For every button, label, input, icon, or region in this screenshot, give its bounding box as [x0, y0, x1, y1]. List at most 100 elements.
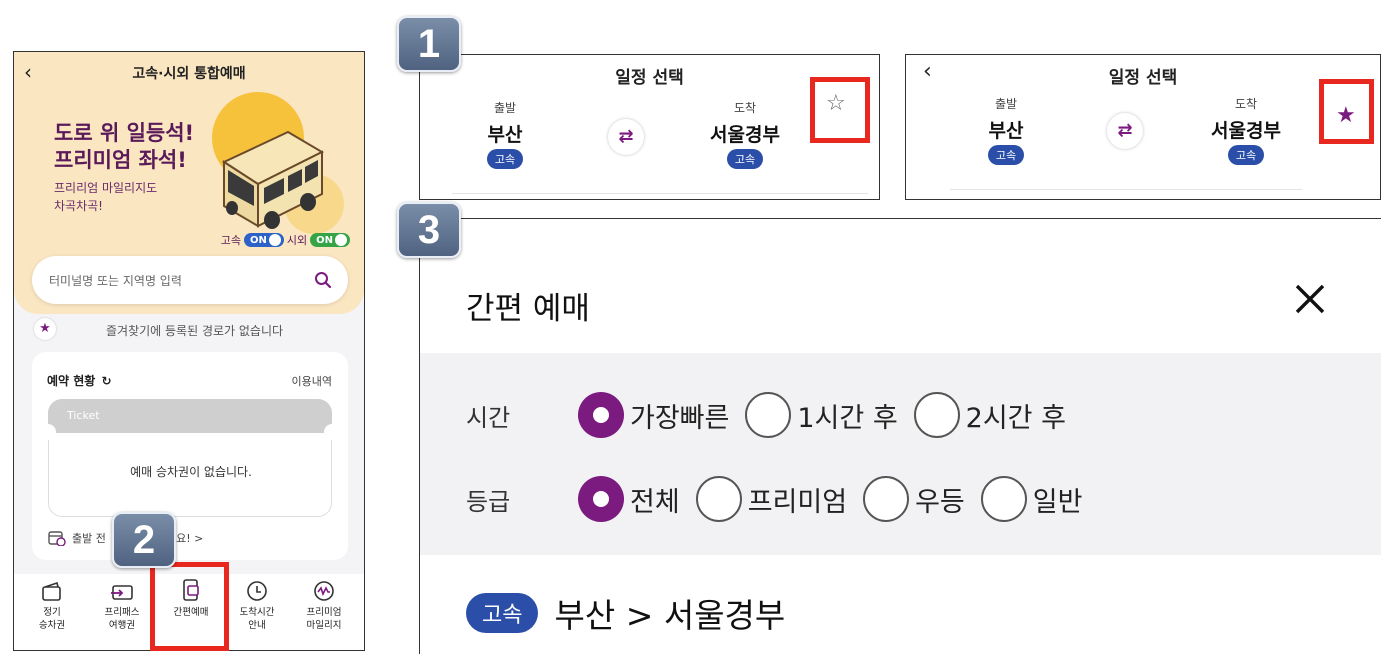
step-badge-1: 1: [397, 16, 461, 72]
step-badge-3: 3: [397, 202, 461, 258]
swap-icon[interactable]: ⇄: [608, 119, 644, 155]
nav-arrival-time[interactable]: 도착시간 안내: [223, 574, 291, 632]
toggle-knob: [335, 234, 347, 246]
radio-grade-first[interactable]: 우등: [863, 476, 965, 522]
swap-icon[interactable]: ⇄: [1107, 113, 1143, 149]
radio-time-2h[interactable]: 2시간 후: [913, 392, 1066, 438]
highlight-quick-booking: [150, 562, 229, 651]
radio-label: 전체: [630, 486, 680, 518]
phone-screen: ‹ 고속·시외 통합예매 도로 위 일등석! 프리미엄 좌석! 프리리엄 마일리…: [13, 51, 365, 651]
divider: [950, 189, 1302, 190]
radio-circle: [913, 392, 960, 438]
time-label: 시간: [466, 403, 511, 432]
arrival-stop[interactable]: 도착 서울경부 고속: [1191, 95, 1301, 165]
reservation-title-text: 예약 현황: [47, 374, 96, 388]
selected-route[interactable]: 고속 부산 > 서울경부: [466, 589, 785, 637]
divider: [452, 193, 868, 194]
toggle-express-state: ON: [250, 234, 267, 246]
search-placeholder: 터미널명 또는 지역명 입력: [49, 274, 182, 288]
arrival-stop[interactable]: 도착 서울경부 고속: [690, 99, 800, 169]
bus-type-toggles: 고속 ON 시외 ON: [221, 232, 350, 248]
toggle-intercity-label: 시외: [286, 234, 308, 247]
ticket-notch-left: [40, 424, 56, 440]
ticket-header: Ticket: [48, 399, 332, 433]
bus-type-pill: 고속: [486, 149, 524, 169]
banner-headline: 도로 위 일등석! 프리미엄 좌석!: [54, 120, 194, 174]
banner-subtext-line2: 차곡차곡!: [54, 199, 103, 213]
radio-circle: [745, 392, 792, 438]
departure-stop[interactable]: 출발 부산 고속: [450, 99, 560, 169]
banner-subtext: 프리리엄 마일리지도 차곡차곡!: [54, 179, 157, 215]
nav-label: 도착시간 안내: [239, 607, 275, 631]
reservation-title: 예약 현황 ↻: [47, 372, 112, 389]
bus-type-pill: 고속: [726, 149, 764, 169]
quick-booking-title: 간편 예매: [466, 291, 590, 327]
radio-circle: [695, 476, 742, 522]
route-bus-type-pill: 고속: [466, 593, 539, 633]
radio-label: 프리미엄: [747, 486, 848, 518]
highlight-star-filled: [1319, 79, 1374, 144]
calendar-clock-icon: [48, 531, 66, 546]
banner-subtext-line1: 프리리엄 마일리지도: [54, 181, 158, 195]
nav-label: 프리미엄 마일리지: [306, 607, 342, 631]
highlight-star-empty: [810, 77, 870, 143]
reservation-history-link[interactable]: 이용내역: [292, 373, 332, 389]
nav-label: 정기 승차권: [38, 607, 66, 631]
radio-time-fastest[interactable]: 가장빠른: [578, 392, 729, 438]
mileage-icon: [314, 581, 334, 601]
bus-type-pill: 고속: [987, 145, 1025, 165]
nav-premium-mileage[interactable]: 프리미엄 마일리지: [290, 574, 358, 632]
time-option-row: 시간 가장빠른 1시간 후 2시간 후: [466, 392, 1082, 438]
refresh-icon[interactable]: ↻: [102, 374, 112, 388]
season-ticket-icon: [42, 582, 61, 601]
grade-option-row: 등급 전체 프리미엄 우등 일반: [466, 476, 1098, 522]
toggle-express-label: 고속: [220, 234, 241, 247]
radio-circle: [578, 476, 624, 522]
step-badge-2: 2: [112, 512, 176, 568]
favorites-empty-text: 즐겨찾기에 등록된 경로가 없습니다: [106, 324, 284, 338]
schedule-panel-starred: ‹ 일정 선택 출발 부산 고속 ⇄ 도착 서울경부 고속 ★: [905, 54, 1381, 200]
search-input[interactable]: 터미널명 또는 지역명 입력: [32, 256, 348, 304]
toggle-express[interactable]: ON: [244, 233, 284, 247]
departure-name: 부산: [988, 120, 1024, 142]
close-icon[interactable]: [1290, 279, 1330, 319]
bus-type-pill: 고속: [1227, 145, 1265, 165]
page-title: 고속·시외 통합예매: [132, 66, 246, 82]
banner-headline-line1: 도로 위 일등석!: [54, 121, 195, 145]
radio-label: 일반: [1032, 486, 1083, 518]
arrival-name: 서울경부: [1211, 120, 1281, 142]
nav-label: 프리패스 여행권: [104, 607, 140, 631]
options-area: 시간 가장빠른 1시간 후 2시간 후 등급 전체 프리미엄 우등 일반: [420, 353, 1381, 555]
ticket-notch-right: [324, 424, 340, 440]
radio-grade-all[interactable]: 전체: [578, 476, 680, 522]
ticket-empty-text: 예매 승차권이 없습니다.: [130, 465, 252, 479]
clock-icon: [247, 581, 267, 601]
arrival-caption: 도착: [733, 101, 757, 115]
toggle-intercity[interactable]: ON: [310, 233, 350, 247]
radio-circle: [980, 476, 1027, 522]
schedule-title: 일정 선택: [1108, 68, 1178, 88]
favorites-row: ★ 즐겨찾기에 등록된 경로가 없습니다: [34, 318, 354, 340]
radio-grade-premium[interactable]: 프리미엄: [695, 476, 848, 522]
route-text: 부산 > 서울경부: [554, 596, 786, 635]
toggle-knob: [268, 234, 281, 246]
radio-time-1h[interactable]: 1시간 후: [745, 392, 898, 438]
grade-label: 등급: [466, 487, 511, 516]
nav-free-pass[interactable]: 프리패스 여행권: [88, 574, 156, 632]
arrival-name: 서울경부: [710, 124, 780, 146]
radio-grade-standard[interactable]: 일반: [980, 476, 1083, 522]
search-icon[interactable]: [314, 271, 332, 289]
reservation-card: 예약 현황 ↻ 이용내역 Ticket 예매 승차권이 없습니다. 출발 전 보…: [32, 352, 348, 560]
ticket-label: Ticket: [67, 409, 100, 422]
departure-stop[interactable]: 출발 부산 고속: [951, 95, 1061, 165]
banner-headline-line2: 프리미엄 좌석!: [54, 148, 187, 172]
departure-name: 부산: [487, 124, 523, 146]
radio-label: 2시간 후: [965, 402, 1066, 434]
arrival-caption: 도착: [1234, 97, 1258, 111]
favorite-star-icon: ★: [34, 318, 56, 340]
free-pass-icon: [111, 585, 133, 600]
radio-circle: [863, 476, 910, 522]
radio-circle: [578, 392, 624, 438]
bus-illustration-icon: [221, 130, 325, 229]
nav-season-ticket[interactable]: 정기 승차권: [18, 574, 86, 632]
